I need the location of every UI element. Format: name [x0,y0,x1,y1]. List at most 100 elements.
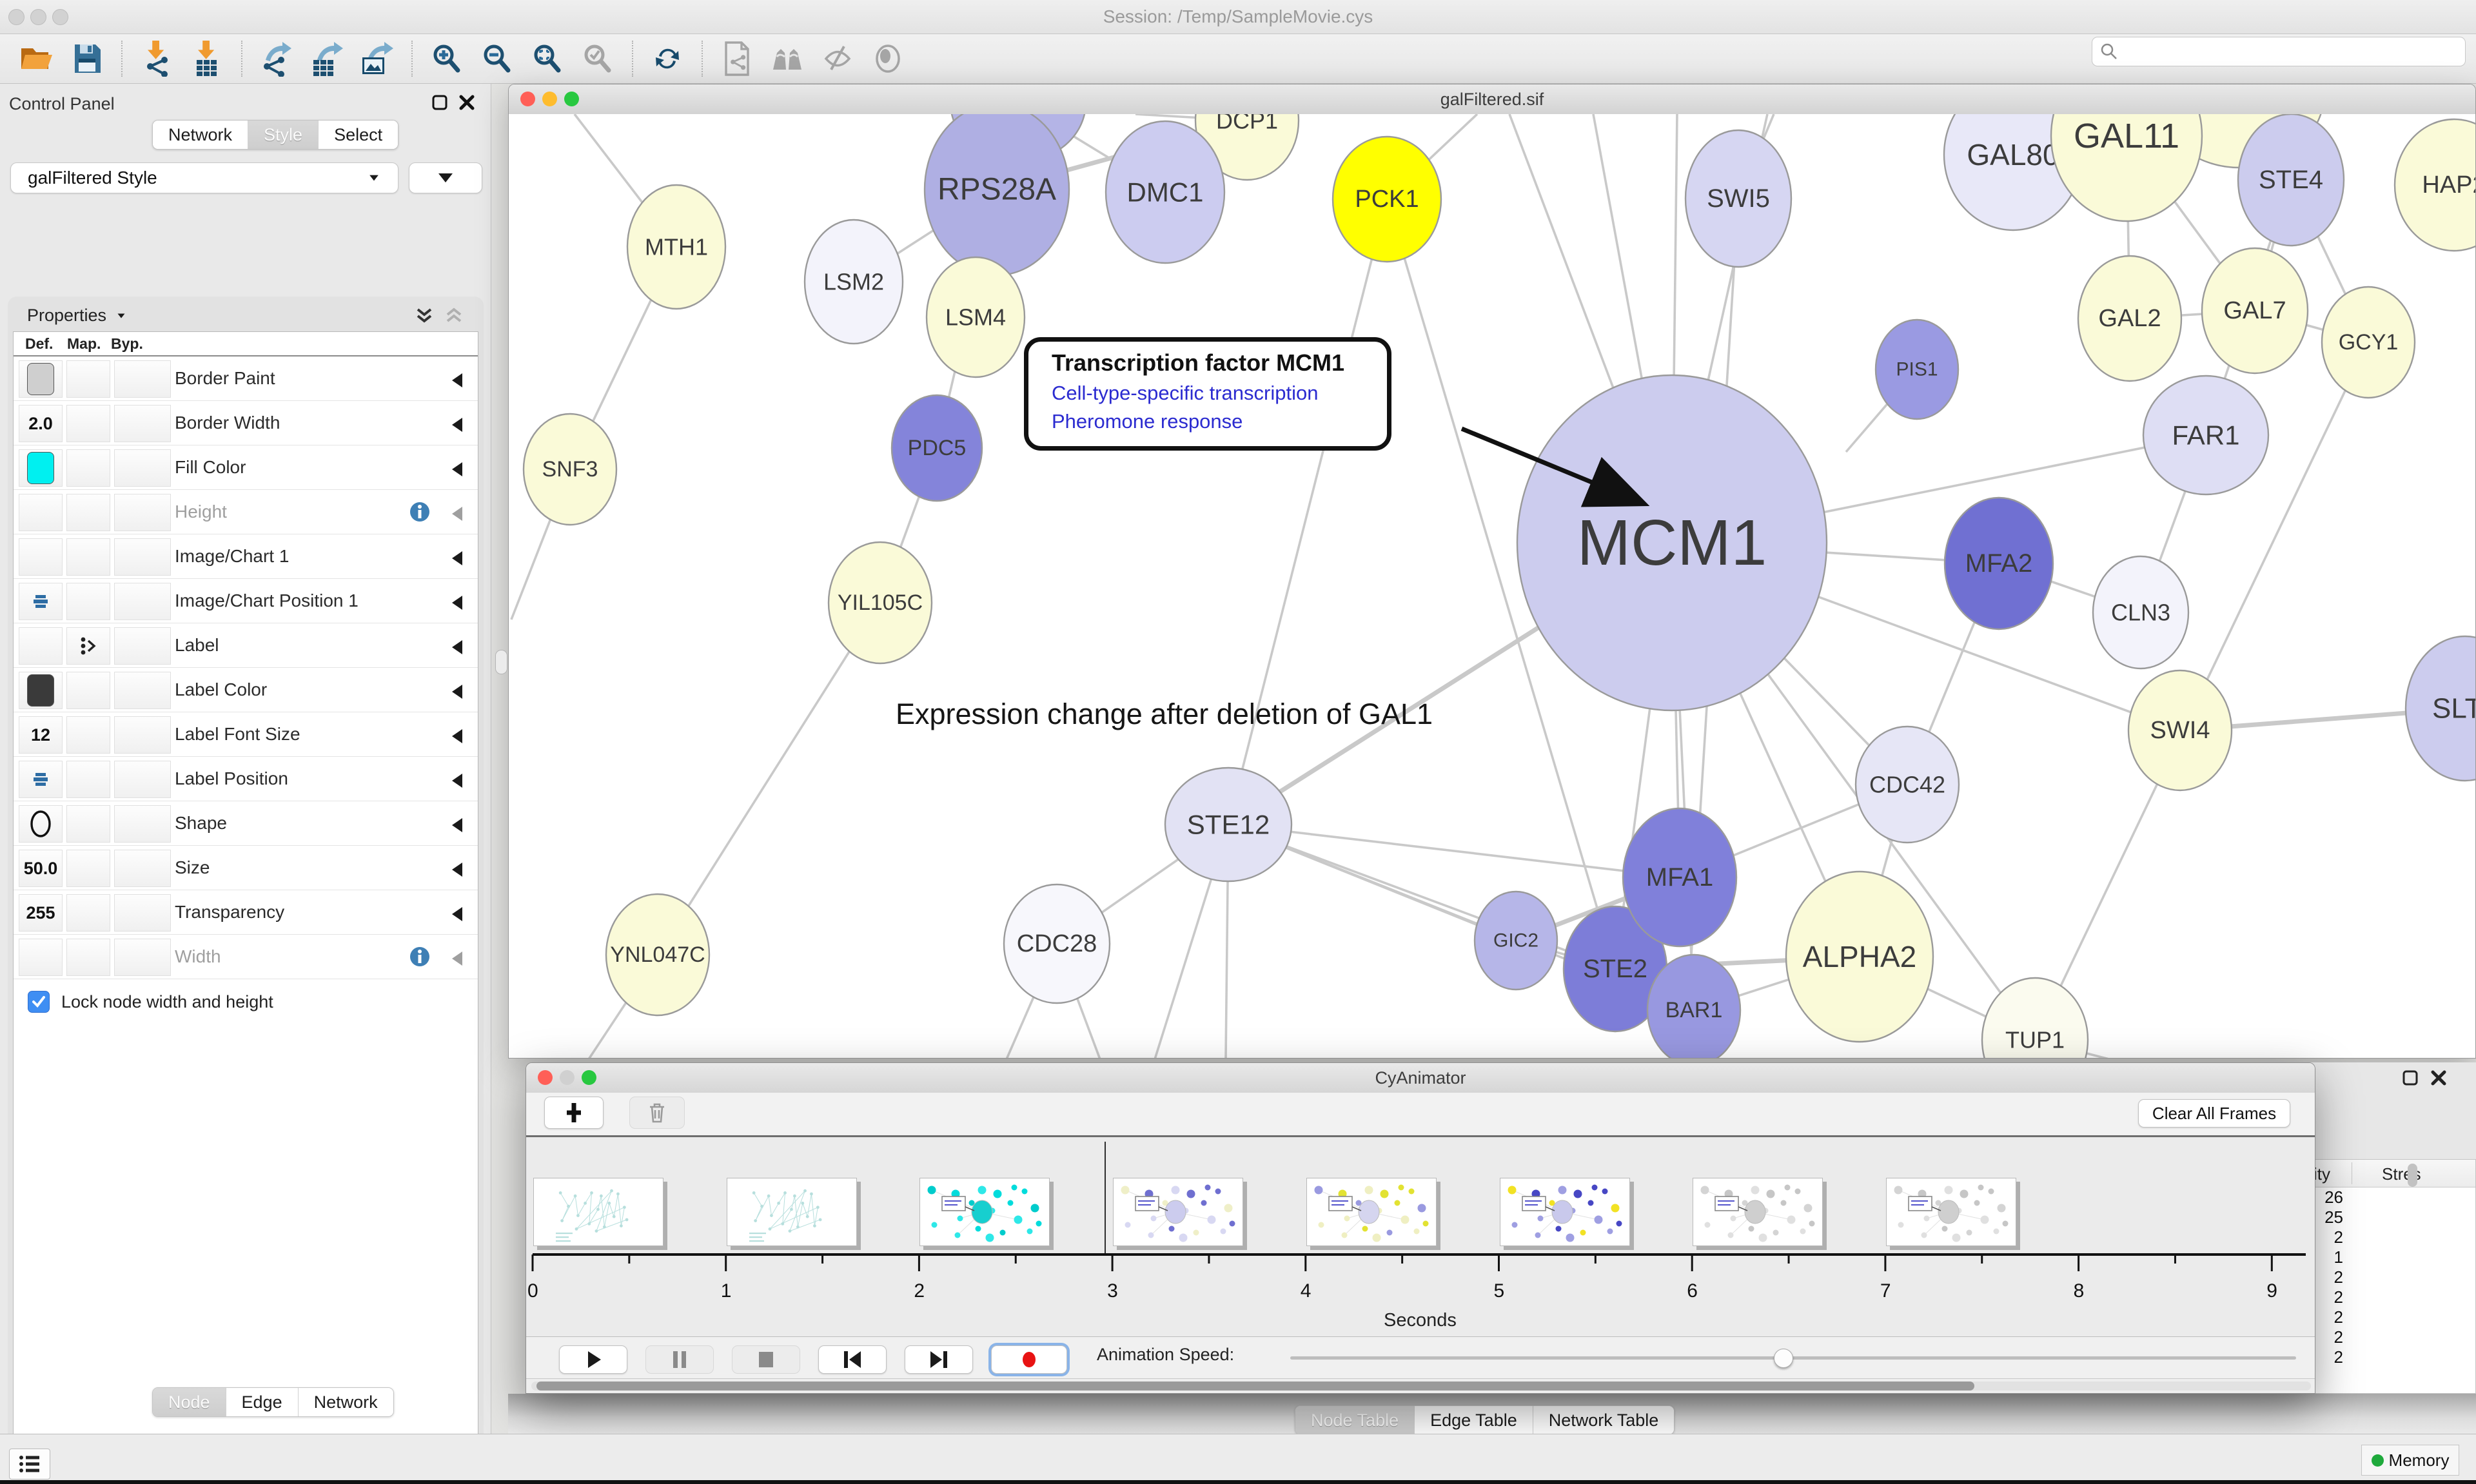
close-window-icon[interactable] [520,92,535,106]
clear-all-frames-button[interactable]: Clear All Frames [2138,1099,2290,1128]
zoom-window-icon[interactable] [582,1070,596,1085]
table-row[interactable]: 2 [2297,1347,2475,1367]
network-node-SWI5[interactable]: SWI5 [1685,130,1791,267]
network-node-GCY1[interactable]: GCY1 [2322,287,2415,398]
timeline-frame-5[interactable] [1500,1178,1630,1246]
property-row-border-width[interactable]: 2.0Border Width [14,401,478,445]
cyanimator-titlebar[interactable]: CyAnimator [526,1063,2315,1093]
table-scrollbar[interactable] [2408,1164,2417,1187]
minimize-window-icon[interactable] [542,92,557,106]
mapping-value-cell[interactable] [66,850,110,887]
property-row-label-color[interactable]: Label Color [14,668,478,712]
network-node-LSM2[interactable]: LSM2 [805,220,903,344]
table-row[interactable]: 25 [2297,1207,2475,1227]
mapping-value-cell[interactable] [66,716,110,754]
timeline-frame-0[interactable] [533,1178,663,1246]
network-node-FAR1[interactable]: FAR1 [2143,376,2268,494]
open-folder-button[interactable] [18,39,55,78]
add-frame-button[interactable] [544,1097,604,1129]
network-node-LSM4[interactable]: LSM4 [927,257,1025,377]
network-node-RPS28A[interactable]: RPS28A [925,114,1069,275]
hide-detail-button[interactable] [819,39,856,78]
zoom-window-icon[interactable] [52,9,68,25]
bypass-value-cell[interactable] [114,761,171,798]
expand-property-arrow[interactable] [452,729,462,743]
mapping-value-cell[interactable] [66,538,110,576]
skip-start-button[interactable] [818,1345,887,1374]
skip-end-button[interactable] [905,1345,973,1374]
network-node-YIL105C[interactable]: YIL105C [829,542,932,663]
record-button[interactable] [991,1345,1067,1374]
expand-property-arrow[interactable] [452,551,462,565]
network-node-GAL2[interactable]: GAL2 [2078,256,2181,381]
animation-timeline[interactable]: 0123456789Seconds [526,1137,2315,1336]
lock-size-row[interactable]: Lock node width and height [14,979,478,1024]
import-network-button[interactable] [138,39,175,78]
network-node-YNL047C[interactable]: YNL047C [606,894,709,1015]
search-network-button[interactable] [769,39,806,78]
network-window-titlebar[interactable]: galFiltered.sif [509,84,2475,115]
task-history-button[interactable] [9,1449,50,1479]
network-node-STE4[interactable]: STE4 [2238,114,2344,246]
play-button[interactable] [559,1345,627,1374]
table-row[interactable]: 26 [2297,1187,2475,1207]
expand-property-arrow[interactable] [452,774,462,788]
delete-frame-button[interactable] [629,1097,685,1129]
bypass-value-cell[interactable] [114,449,171,487]
default-value-cell[interactable]: 12 [19,716,63,754]
bypass-value-cell[interactable] [114,360,171,398]
close-window-icon[interactable] [538,1070,553,1085]
timeline-frame-1[interactable] [727,1178,857,1246]
property-row-width[interactable]: Width [14,935,478,979]
tab-edge[interactable]: Edge [226,1388,299,1416]
mapping-value-cell[interactable] [66,360,110,398]
stop-button[interactable] [732,1345,800,1374]
tab-edge-table[interactable]: Edge Table [1415,1406,1533,1434]
network-node-GAL7[interactable]: GAL7 [2202,248,2308,373]
expand-property-arrow[interactable] [452,952,462,966]
timeline-frame-3[interactable] [1113,1178,1243,1246]
network-node-DMC1[interactable]: DMC1 [1106,121,1224,263]
zoom-window-icon[interactable] [564,92,579,106]
default-value-cell[interactable] [19,494,63,531]
default-value-cell[interactable] [19,627,63,665]
zoom-fit-button[interactable] [529,39,566,78]
network-node-SLT2[interactable]: SLT2 [2406,636,2476,781]
network-node-PDC5[interactable]: PDC5 [892,395,982,501]
property-row-image-chart-1[interactable]: Image/Chart 1 [14,534,478,579]
property-row-transparency[interactable]: 255Transparency [14,890,478,935]
refresh-button[interactable] [649,39,686,78]
collapse-all-icon[interactable] [444,307,464,326]
tab-network[interactable]: Network [153,121,248,149]
bypass-value-cell[interactable] [114,716,171,754]
default-value-cell[interactable] [19,538,63,576]
mapping-value-cell[interactable] [66,583,110,620]
bypass-value-cell[interactable] [114,672,171,709]
bypass-value-cell[interactable] [114,405,171,442]
property-row-shape[interactable]: Shape [14,801,478,846]
tab-network[interactable]: Network [299,1388,393,1416]
bypass-value-cell[interactable] [114,850,171,887]
import-table-button[interactable] [188,39,226,78]
property-row-height[interactable]: Height [14,490,478,534]
expand-property-arrow[interactable] [452,596,462,610]
export-table-button[interactable] [308,39,346,78]
mapping-value-cell[interactable] [66,805,110,843]
expand-property-arrow[interactable] [452,818,462,832]
timeline-frame-7[interactable] [1886,1178,2016,1246]
mapping-value-cell[interactable] [66,894,110,932]
timeline-playhead[interactable] [1105,1142,1106,1254]
table-row[interactable]: 2 [2297,1267,2475,1287]
style-selector[interactable]: galFiltered Style [10,162,398,193]
default-value-cell[interactable] [19,805,63,843]
timeline-frame-2[interactable] [919,1178,1050,1246]
default-value-cell[interactable] [19,360,63,398]
tab-node[interactable]: Node [153,1388,226,1416]
table-row[interactable]: 2 [2297,1327,2475,1347]
close-panel-icon[interactable] [458,94,475,111]
show-detail-button[interactable] [869,39,907,78]
network-node-MTH1[interactable]: MTH1 [627,185,725,309]
network-node-STE12[interactable]: STE12 [1165,768,1292,881]
lock-size-checkbox[interactable] [28,991,50,1013]
slider-thumb[interactable] [1774,1349,1793,1368]
